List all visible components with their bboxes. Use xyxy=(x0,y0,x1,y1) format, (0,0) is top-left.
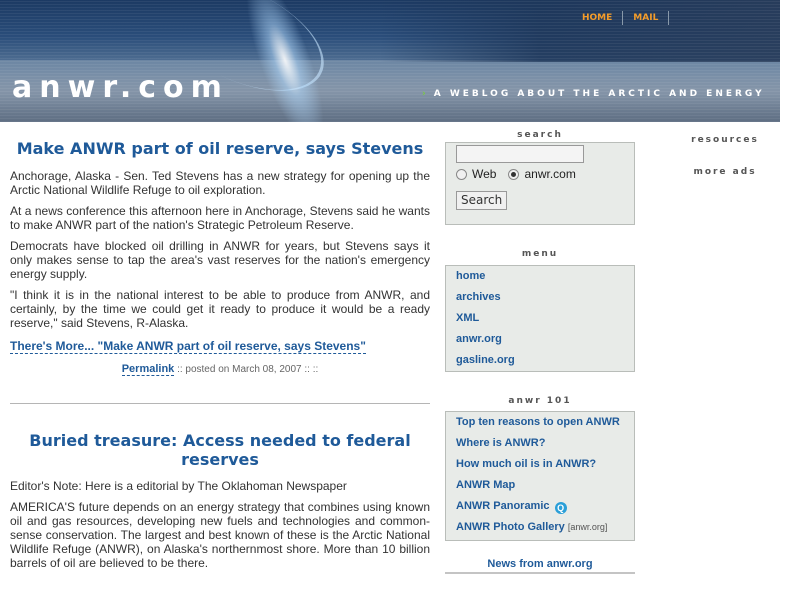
post-title[interactable]: Buried treasure: Access needed to federa… xyxy=(10,431,430,469)
radio-web-label: Web xyxy=(472,167,497,181)
post-meta: Permalink :: posted on March 08, 2007 ::… xyxy=(10,363,430,376)
menu-item-archives[interactable]: archives xyxy=(446,288,634,309)
main-content: Make ANWR part of oil reserve, says Stev… xyxy=(10,122,430,600)
search-box: Web anwr.com Search xyxy=(445,142,635,225)
post-paragraph: Anchorage, Alaska - Sen. Ted Stevens has… xyxy=(10,169,430,197)
site-tagline: › A WEBLOG ABOUT THE ARCTIC AND ENERGY xyxy=(422,89,765,99)
anwr101-item-top-ten[interactable]: Top ten reasons to open ANWR xyxy=(446,413,634,434)
search-input[interactable] xyxy=(456,145,584,163)
anwr101-item-where[interactable]: Where is ANWR? xyxy=(446,434,634,455)
search-heading: search xyxy=(517,130,563,140)
resources-heading: resources xyxy=(691,135,759,145)
photo-gallery-source: [anwr.org] xyxy=(567,522,608,532)
menu-heading: menu xyxy=(521,249,559,259)
menu-box: home archives XML anwr.org gasline.org xyxy=(445,265,635,372)
top-nav: HOME MAIL xyxy=(572,11,678,25)
read-more-link[interactable]: There's More... "Make ANWR part of oil r… xyxy=(10,339,366,354)
anwr101-item-gallery-row: ANWR Photo Gallery [anwr.org] xyxy=(446,518,634,539)
nav-separator xyxy=(668,11,678,25)
menu-item-anwr-org[interactable]: anwr.org xyxy=(446,330,634,351)
post-paragraph: Editor's Note: Here is a editorial by Th… xyxy=(10,479,347,493)
post: Buried treasure: Access needed to federa… xyxy=(10,431,430,570)
post-paragraph: AMERICA'S future depends on an energy st… xyxy=(10,500,430,570)
search-button[interactable]: Search xyxy=(456,191,508,210)
nav-home-link[interactable]: HOME xyxy=(572,11,622,25)
menu-item-home[interactable]: home xyxy=(446,267,634,288)
post-date: :: posted on March 08, 2007 :: :: xyxy=(174,364,319,375)
radio-site-label: anwr.com xyxy=(524,167,576,181)
anwr101-item-how-much-oil[interactable]: How much oil is in ANWR? xyxy=(446,455,634,476)
post-divider xyxy=(10,403,430,404)
anwr101-item-panoramic-row: ANWR Panoramic Q xyxy=(446,497,634,518)
post-paragraph: Democrats have blocked oil drilling in A… xyxy=(10,239,430,281)
quicktime-icon: Q xyxy=(554,502,567,514)
nav-mail-link[interactable]: MAIL xyxy=(622,11,668,25)
post-paragraph: At a news conference this afternoon here… xyxy=(10,204,430,232)
anwr101-box: Top ten reasons to open ANWR Where is AN… xyxy=(445,411,635,541)
post: Make ANWR part of oil reserve, says Stev… xyxy=(10,139,430,376)
sidebar: search Web anwr.com Search menu home arc… xyxy=(445,122,635,574)
search-scope: Web anwr.com xyxy=(456,167,624,181)
post-paragraph: "I think it is in the national interest … xyxy=(10,288,430,330)
right-column: resources more ads xyxy=(660,122,790,179)
header-banner: HOME MAIL anwr.com › A WEBLOG ABOUT THE A… xyxy=(0,0,780,122)
anwr101-item-map[interactable]: ANWR Map xyxy=(446,476,634,497)
anwr101-heading: anwr 101 xyxy=(508,396,572,406)
tagline-arrow-icon: › xyxy=(422,89,429,99)
search-scope-site[interactable]: anwr.com xyxy=(508,167,576,181)
permalink-link[interactable]: Permalink xyxy=(121,363,175,376)
menu-item-xml[interactable]: XML xyxy=(446,309,634,330)
tagline-text: A WEBLOG ABOUT THE ARCTIC AND ENERGY xyxy=(433,89,765,99)
news-from-anwr-org-link[interactable]: News from anwr.org xyxy=(445,558,635,570)
search-scope-web[interactable]: Web xyxy=(456,167,496,181)
radio-site[interactable] xyxy=(508,168,520,180)
post-title[interactable]: Make ANWR part of oil reserve, says Stev… xyxy=(10,139,430,158)
radio-web[interactable] xyxy=(456,168,467,180)
menu-item-gasline-org[interactable]: gasline.org xyxy=(446,351,634,372)
anwr101-item-photo-gallery[interactable]: ANWR Photo Gallery xyxy=(456,521,565,533)
site-title[interactable]: anwr.com xyxy=(12,70,229,105)
more-ads-heading: more ads xyxy=(693,167,757,177)
news-divider xyxy=(445,572,635,574)
anwr101-item-panoramic[interactable]: ANWR Panoramic xyxy=(456,500,550,512)
